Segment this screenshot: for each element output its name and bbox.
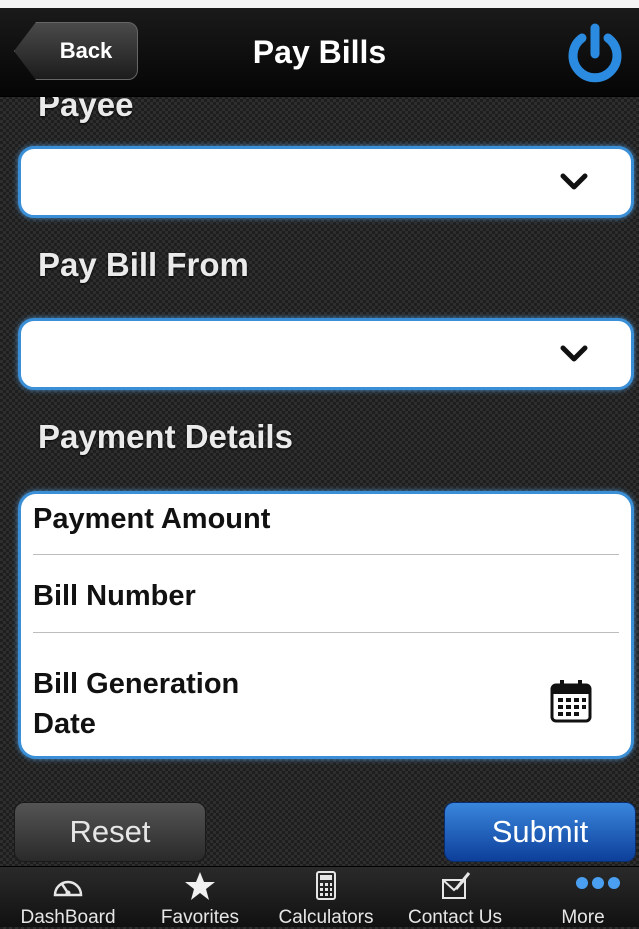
dashboard-icon xyxy=(53,880,83,897)
pay-from-select[interactable] xyxy=(18,318,634,390)
tab-calculators[interactable]: Calculators xyxy=(278,867,374,928)
bill-date-label-line1: Bill Generation xyxy=(33,668,240,700)
calculator-icon xyxy=(316,871,336,900)
bill-number-field[interactable]: Bill Number xyxy=(33,580,619,613)
payee-select[interactable] xyxy=(18,146,634,218)
power-icon[interactable] xyxy=(562,22,628,88)
contact-icon xyxy=(442,872,471,899)
tab-dashboard[interactable]: DashBoard xyxy=(20,867,116,928)
tab-favorites[interactable]: Favorites xyxy=(152,867,248,928)
reset-button[interactable]: Reset xyxy=(14,802,206,862)
more-icon xyxy=(576,877,620,889)
payment-details-label: Payment Details xyxy=(38,418,293,455)
chevron-down-icon xyxy=(560,345,588,362)
payment-amount-label: Payment Amount xyxy=(33,503,271,535)
bill-number-label: Bill Number xyxy=(33,580,196,612)
submit-button[interactable]: Submit xyxy=(444,802,636,862)
tab-bar: DashBoard Favorites Calculators Contact … xyxy=(0,866,639,928)
page-title: Pay Bills xyxy=(252,34,387,70)
payment-details-card: Payment Amount Bill Number Bill Generati… xyxy=(18,491,634,759)
divider xyxy=(33,554,619,555)
bill-date-field[interactable]: Bill Generation Date xyxy=(33,664,619,744)
nav-header: Back Pay Bills xyxy=(0,8,639,97)
payment-amount-field[interactable]: Payment Amount xyxy=(33,503,619,536)
calendar-icon[interactable] xyxy=(549,678,593,724)
chevron-down-icon xyxy=(560,173,588,190)
pay-from-label: Pay Bill From xyxy=(38,246,249,283)
divider xyxy=(33,632,619,633)
tab-more[interactable]: More xyxy=(550,867,639,928)
tab-contact-us[interactable]: Contact Us xyxy=(407,867,503,928)
star-icon xyxy=(185,872,215,900)
bill-date-label-line2: Date xyxy=(33,708,96,740)
status-strip xyxy=(0,0,639,8)
